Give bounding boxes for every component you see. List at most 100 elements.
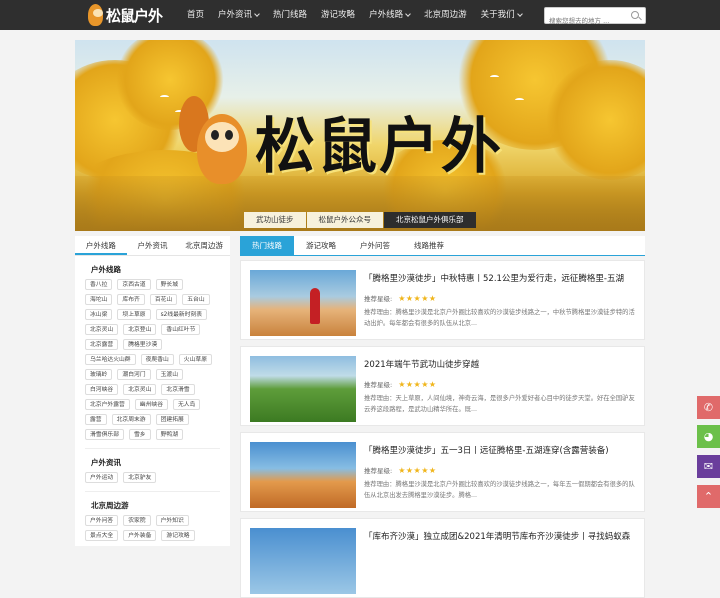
article-thumbnail[interactable] xyxy=(250,356,356,422)
article-description: 推荐理由：腾格里沙漠是北京户外圈比较喜欢的沙漠徒步线路之一，中秋节腾格里沙漠徒步… xyxy=(364,309,635,327)
nav-item[interactable]: 关于我们 xyxy=(474,0,529,30)
nav-item[interactable]: 北京周边游 xyxy=(417,0,474,30)
squirrel-mascot-icon xyxy=(179,92,253,188)
tag-link[interactable]: 腾格里沙漠 xyxy=(123,339,163,350)
article-thumbnail[interactable] xyxy=(250,270,356,336)
tag-link[interactable]: 冰山梁 xyxy=(85,309,113,320)
tag-link[interactable]: s2线最新时刻表 xyxy=(155,309,208,320)
tag-link[interactable]: 夜爬香山 xyxy=(140,354,174,365)
tag-link[interactable]: 坝上草原 xyxy=(117,309,151,320)
back-to-top-button[interactable]: ⌃ xyxy=(697,485,720,508)
article-thumbnail[interactable] xyxy=(250,528,356,594)
bird-decoration xyxy=(160,95,169,99)
article-description: 推荐理由：天上草原，人间仙境，神奇云海，是很多户外爱好者心目中的徒步天堂。好在全… xyxy=(364,395,635,413)
tag-link[interactable]: 香八拉 xyxy=(85,279,113,290)
tag-link[interactable]: 露营 xyxy=(85,414,107,425)
nav-item[interactable]: 户外资讯 xyxy=(211,0,266,30)
tag-link[interactable]: 玉渡山 xyxy=(155,369,184,380)
phone-button[interactable]: ✆ xyxy=(697,396,720,419)
banner-tab[interactable]: 松鼠户外公众号 xyxy=(306,212,383,228)
tag-link[interactable]: 百花山 xyxy=(149,294,178,305)
tag-link[interactable]: 野鸭湖 xyxy=(155,429,184,440)
hero-banner[interactable]: 松鼠户外 xyxy=(75,40,645,231)
tag-link[interactable]: 农家院 xyxy=(123,515,151,526)
sidebar-tabs: 户外线路 户外资讯 北京周边游 xyxy=(75,236,230,256)
article-title[interactable]: 「腾格里沙漠徒步」五一3日丨远征腾格里-五湖连穿(含露营装备) xyxy=(364,444,642,456)
tag-link[interactable]: 雪乡 xyxy=(129,429,151,440)
tag-link[interactable]: 无人岛 xyxy=(173,399,201,410)
rating-label: 推荐星级: xyxy=(364,467,393,475)
tag-list: 香八拉 京西古道 野长城海坨山 库布齐 百花山 五台山冰山梁 坝上草原 s2线最新时刻表北京灵… xyxy=(85,279,220,444)
sidebar-tab[interactable]: 户外线路 xyxy=(75,236,127,255)
tag-link[interactable]: 游记攻略 xyxy=(161,530,195,541)
divider xyxy=(85,448,220,449)
tag-link[interactable]: 幽州峡谷 xyxy=(134,399,168,410)
content-tab[interactable]: 热门线路 xyxy=(240,236,294,255)
tag-link[interactable]: 库布齐 xyxy=(117,294,145,305)
tag-link[interactable]: 户外装备 xyxy=(123,530,157,541)
sidebar-group: 户外线路 香八拉 京西古道 野长城 海坨山 库布齐 百花山 五台山 冰山梁 坝上草原 s2线最新时刻… xyxy=(75,264,230,444)
article-card[interactable]: 2021年端午节武功山徒步穿越 推荐星级: ★★★★★ 推荐理由：天上草原，人间仙境，… xyxy=(240,346,645,426)
tag-link[interactable]: 户外运动 xyxy=(85,472,119,483)
content-tab[interactable]: 游记攻略 xyxy=(294,236,348,255)
tag-link[interactable]: 野长城 xyxy=(155,279,184,290)
tag-link[interactable]: 北京驴友 xyxy=(123,472,157,483)
nav-item-label: 首页 xyxy=(187,10,205,20)
tag-link[interactable]: 北京户外露营 xyxy=(85,399,130,410)
article-title[interactable]: 「库布齐沙漠」独立成团&2021年清明节库布齐沙漠徒步丨寻找蚂蚁森 xyxy=(364,530,642,542)
nav-item-label: 北京周边游 xyxy=(424,10,467,20)
article-thumbnail[interactable] xyxy=(250,442,356,508)
nav-item-label: 户外资讯 xyxy=(218,10,253,20)
article-card[interactable]: 「库布齐沙漠」独立成团&2021年清明节库布齐沙漠徒步丨寻找蚂蚁森 xyxy=(240,518,645,598)
tag-link[interactable]: 北京灵山 xyxy=(85,324,119,335)
logo-text: 松鼠户外 xyxy=(105,6,163,25)
star-rating: ★★★★★ xyxy=(398,379,437,389)
tag-link[interactable]: 乌兰哈达火山群 xyxy=(85,354,136,365)
content-tab[interactable]: 户外问答 xyxy=(348,236,402,255)
article-card[interactable]: 「腾格里沙漠徒步」中秋特惠丨52.1公里为爱行走，远征腾格里-五湖 推荐星级: ★★… xyxy=(240,260,645,340)
tag-link[interactable]: 北京露营 xyxy=(85,339,119,350)
banner-tab[interactable]: 武功山徒步 xyxy=(244,212,306,228)
tag-link[interactable]: 白河峡谷 xyxy=(85,384,119,395)
squirrel-logo-icon xyxy=(88,4,103,26)
tag-link[interactable]: 北京滑雪 xyxy=(161,384,195,395)
search-box xyxy=(544,7,646,29)
article-card[interactable]: 「腾格里沙漠徒步」五一3日丨远征腾格里-五湖连穿(含露营装备) 推荐星级: ★★★★… xyxy=(240,432,645,512)
chevron-down-icon xyxy=(254,10,260,17)
sidebar-group: 户外资讯 户外运动 北京驴友 xyxy=(75,457,230,487)
nav-item[interactable]: 热门线路 xyxy=(266,0,314,30)
tag-link[interactable]: 海坨山 xyxy=(85,294,113,305)
tag-link[interactable]: 户外问答 xyxy=(85,515,119,526)
tag-link[interactable]: 户外知识 xyxy=(155,515,189,526)
tag-link[interactable]: 北京灵山 xyxy=(123,384,157,395)
tag-link[interactable]: 北京登山 xyxy=(123,324,157,335)
tag-link[interactable]: 五台山 xyxy=(182,294,210,305)
wechat-button[interactable]: ✉ xyxy=(697,455,720,478)
tag-link[interactable]: 滑雪俱乐部 xyxy=(85,429,124,440)
tag-link[interactable]: 潮白河门 xyxy=(117,369,151,380)
tag-list: 户外运动 北京驴友 xyxy=(85,472,220,487)
nav-item-label: 热门线路 xyxy=(273,10,308,20)
site-logo[interactable]: 松鼠户外 xyxy=(88,3,163,27)
sidebar-tab[interactable]: 户外资讯 xyxy=(127,236,179,255)
tag-link[interactable]: 玻璃岭 xyxy=(85,369,113,380)
wechat-icon: ✉ xyxy=(703,460,714,473)
sidebar-group-title: 北京周边游 xyxy=(91,501,129,510)
tag-link[interactable]: 团建拓展 xyxy=(155,414,189,425)
tag-link[interactable]: 景点大全 xyxy=(85,530,119,541)
qq-button[interactable]: ◕ xyxy=(697,425,720,448)
banner-tab[interactable]: 北京松鼠户外俱乐部 xyxy=(384,212,476,228)
search-icon[interactable] xyxy=(631,11,639,19)
search-input[interactable] xyxy=(545,13,625,29)
nav-item[interactable]: 游记攻略 xyxy=(314,0,362,30)
article-title[interactable]: 2021年端午节武功山徒步穿越 xyxy=(364,358,642,370)
content-tab[interactable]: 线路推荐 xyxy=(402,236,456,255)
nav-item[interactable]: 户外线路 xyxy=(362,0,417,30)
tag-link[interactable]: 京西古道 xyxy=(117,279,151,290)
tag-link[interactable]: 北京周末游 xyxy=(111,414,151,425)
tag-link[interactable]: 香山红叶节 xyxy=(161,324,201,335)
nav-item[interactable]: 首页 xyxy=(180,0,211,30)
article-title[interactable]: 「腾格里沙漠徒步」中秋特惠丨52.1公里为爱行走，远征腾格里-五湖 xyxy=(364,272,642,284)
sidebar-tab[interactable]: 北京周边游 xyxy=(178,236,230,255)
tag-link[interactable]: 火山草原 xyxy=(178,354,212,365)
